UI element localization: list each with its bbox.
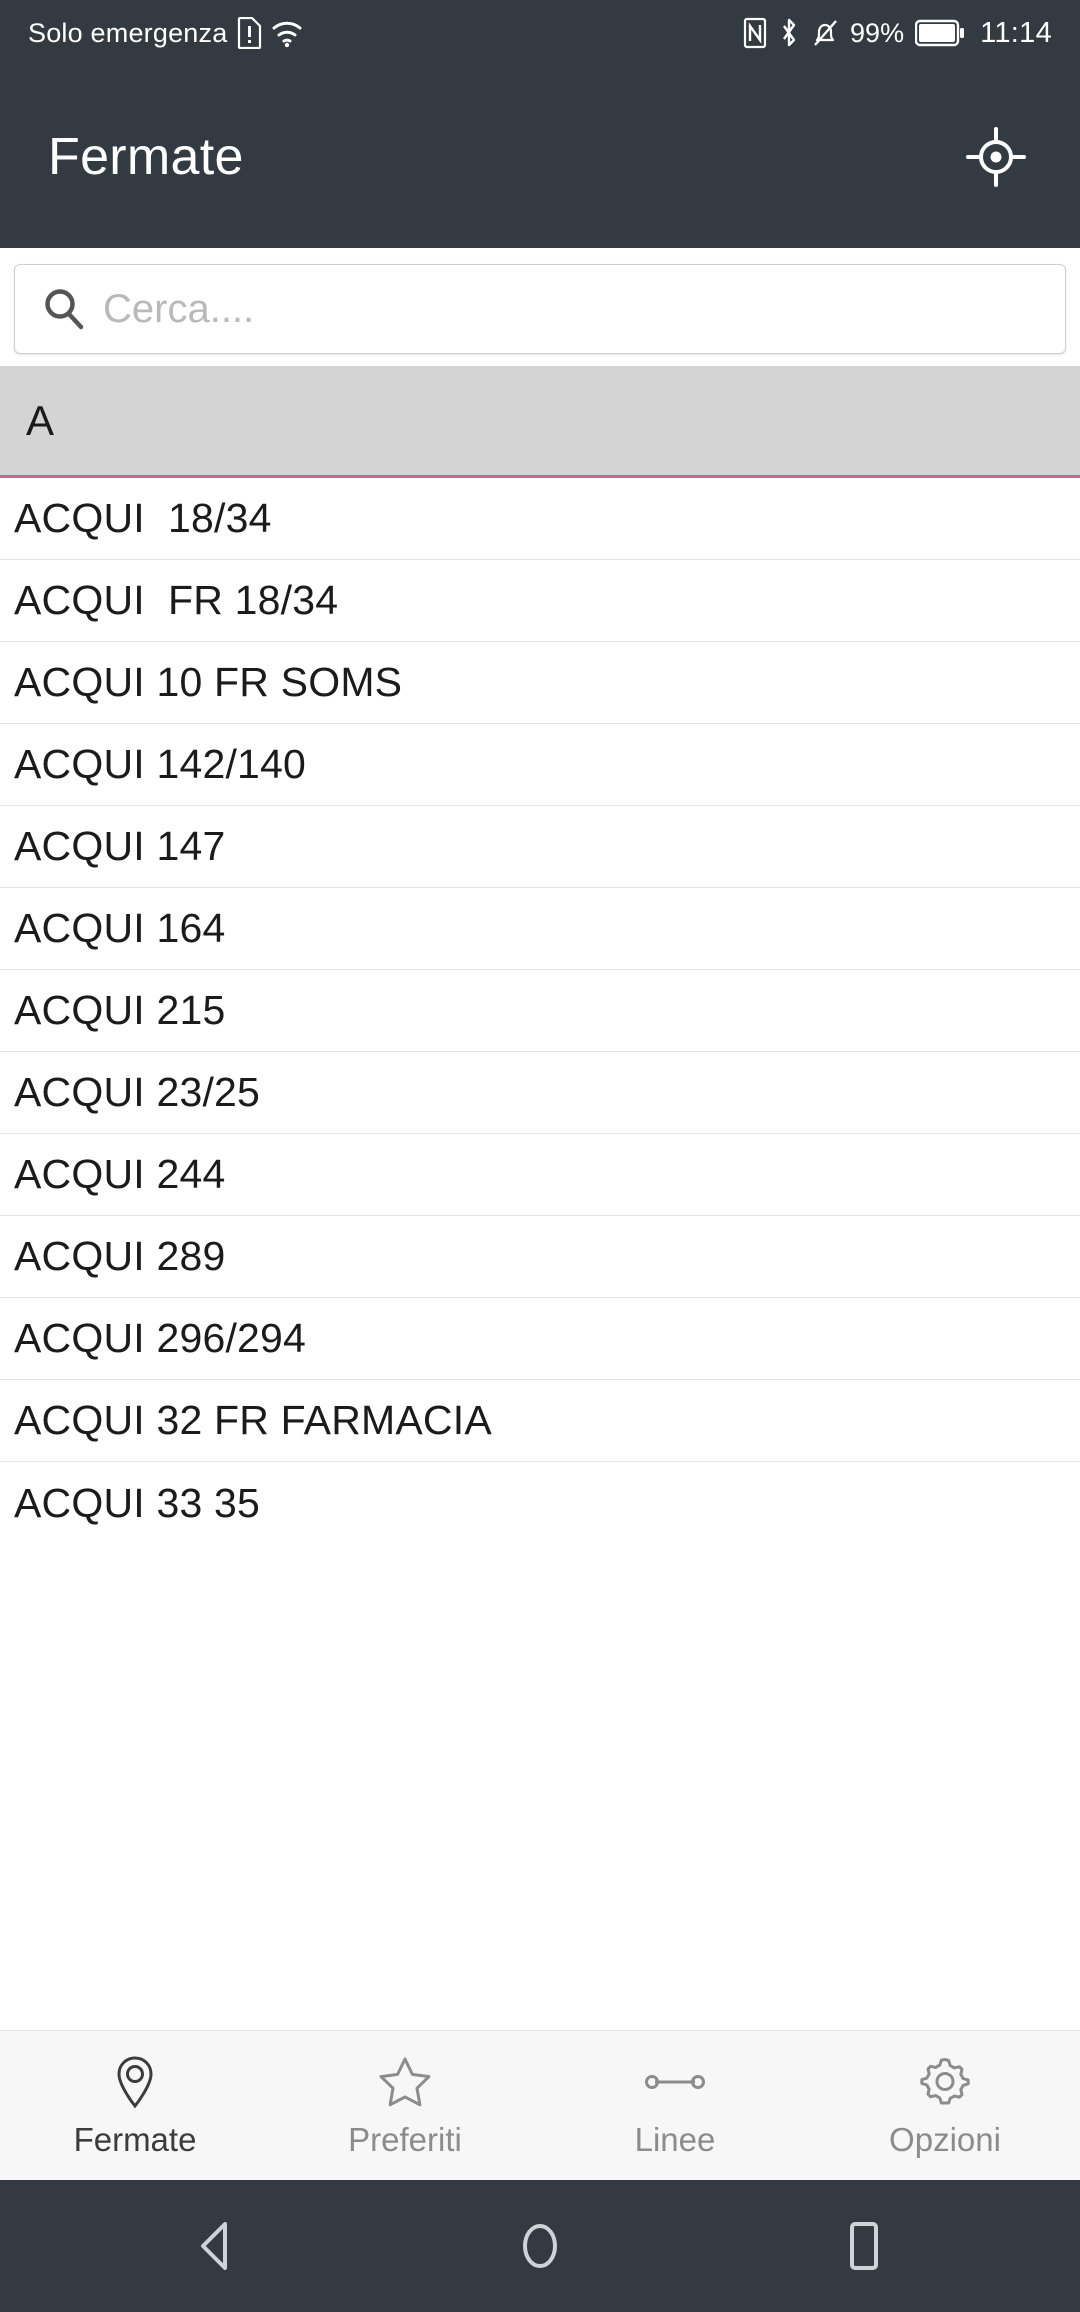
nav-item-opzioni[interactable]: Opzioni: [810, 2031, 1080, 2180]
list-item-label: ACQUI 296/294: [14, 1315, 307, 1361]
recents-square-icon[interactable]: [818, 2200, 910, 2292]
android-system-nav: [0, 2180, 1080, 2312]
home-circle-icon[interactable]: [494, 2200, 586, 2292]
list-item-label: ACQUI 215: [14, 987, 226, 1033]
nav-label-linee: Linee: [634, 2120, 716, 2158]
stops-rows: ACQUI 18/34 ACQUI FR 18/34 ACQUI 10 FR SOM…: [0, 478, 1080, 1544]
list-item-label: ACQUI FR 18/34: [14, 577, 339, 623]
status-bar-left: Solo emergenza: [28, 17, 303, 49]
search-box[interactable]: [14, 264, 1066, 354]
bottom-navigation: Fermate Preferiti Linee Opzioni: [0, 2030, 1080, 2180]
route-line-icon: [643, 2053, 707, 2111]
mute-bell-icon: [811, 17, 839, 49]
search-container: [0, 248, 1080, 366]
list-item-label: ACQUI 244: [14, 1151, 226, 1197]
list-item[interactable]: ACQUI 142/140: [0, 724, 1080, 806]
list-item-label: ACQUI 18/34: [14, 495, 272, 541]
list-item[interactable]: ACQUI 244: [0, 1134, 1080, 1216]
sim-alert-icon: [236, 17, 262, 49]
list-item-label: ACQUI 10 FR SOMS: [14, 659, 403, 705]
status-bar: Solo emergenza 99% 11:14: [0, 0, 1080, 66]
list-item-label: ACQUI 147: [14, 823, 226, 869]
app-bar: Fermate: [0, 66, 1080, 248]
list-item[interactable]: ACQUI 164: [0, 888, 1080, 970]
list-item[interactable]: ACQUI 18/34: [0, 478, 1080, 560]
list-item[interactable]: ACQUI FR 18/34: [0, 560, 1080, 642]
list-item[interactable]: ACQUI 215: [0, 970, 1080, 1052]
clock-label: 11:14: [980, 16, 1052, 49]
nav-label-fermate: Fermate: [73, 2120, 197, 2158]
page-title: Fermate: [48, 128, 244, 186]
search-input[interactable]: [103, 286, 1043, 332]
section-letter-label: A: [26, 396, 55, 444]
list-item[interactable]: ACQUI 296/294: [0, 1298, 1080, 1380]
list-item[interactable]: ACQUI 10 FR SOMS: [0, 642, 1080, 724]
list-item-label: ACQUI 33 35: [14, 1479, 261, 1526]
app-bar-actions: [958, 119, 1034, 195]
section-header-letter: A: [0, 366, 1080, 478]
battery-icon: [915, 19, 965, 47]
star-icon: [377, 2053, 433, 2111]
bluetooth-icon: [778, 17, 800, 49]
list-item[interactable]: ACQUI 289: [0, 1216, 1080, 1298]
wifi-icon: [271, 18, 303, 48]
nav-item-preferiti[interactable]: Preferiti: [270, 2031, 540, 2180]
list-item-label: ACQUI 32 FR FARMACIA: [14, 1397, 492, 1443]
list-item[interactable]: ACQUI 147: [0, 806, 1080, 888]
list-item[interactable]: ACQUI 32 FR FARMACIA: [0, 1380, 1080, 1462]
list-item-label: ACQUI 142/140: [14, 741, 307, 787]
list-item[interactable]: ACQUI 33 35: [0, 1462, 1080, 1544]
nav-item-linee[interactable]: Linee: [540, 2031, 810, 2180]
map-pin-icon: [110, 2053, 160, 2111]
status-bar-right: 99% 11:14: [743, 17, 1052, 50]
search-icon: [37, 286, 91, 332]
gps-locate-icon[interactable]: [958, 119, 1034, 195]
stops-list[interactable]: A ACQUI 18/34 ACQUI FR 18/34 ACQUI 10 FR S…: [0, 366, 1080, 2030]
nav-item-fermate[interactable]: Fermate: [0, 2031, 270, 2180]
battery-percent-label: 99%: [850, 17, 905, 48]
nav-label-preferiti: Preferiti: [348, 2120, 462, 2158]
phone-screen: Solo emergenza 99% 11:14 Fermate Cerca..…: [0, 0, 1080, 2312]
list-item[interactable]: ACQUI 23/25: [0, 1052, 1080, 1134]
list-item-label: ACQUI 289: [14, 1233, 226, 1279]
gear-icon: [917, 2053, 973, 2111]
list-item-label: ACQUI 23/25: [14, 1069, 261, 1115]
back-triangle-icon[interactable]: [170, 2200, 262, 2292]
list-item-label: ACQUI 164: [14, 905, 226, 951]
nfc-icon: [743, 17, 767, 49]
carrier-label: Solo emergenza: [28, 17, 228, 48]
nav-label-opzioni: Opzioni: [889, 2120, 1001, 2158]
